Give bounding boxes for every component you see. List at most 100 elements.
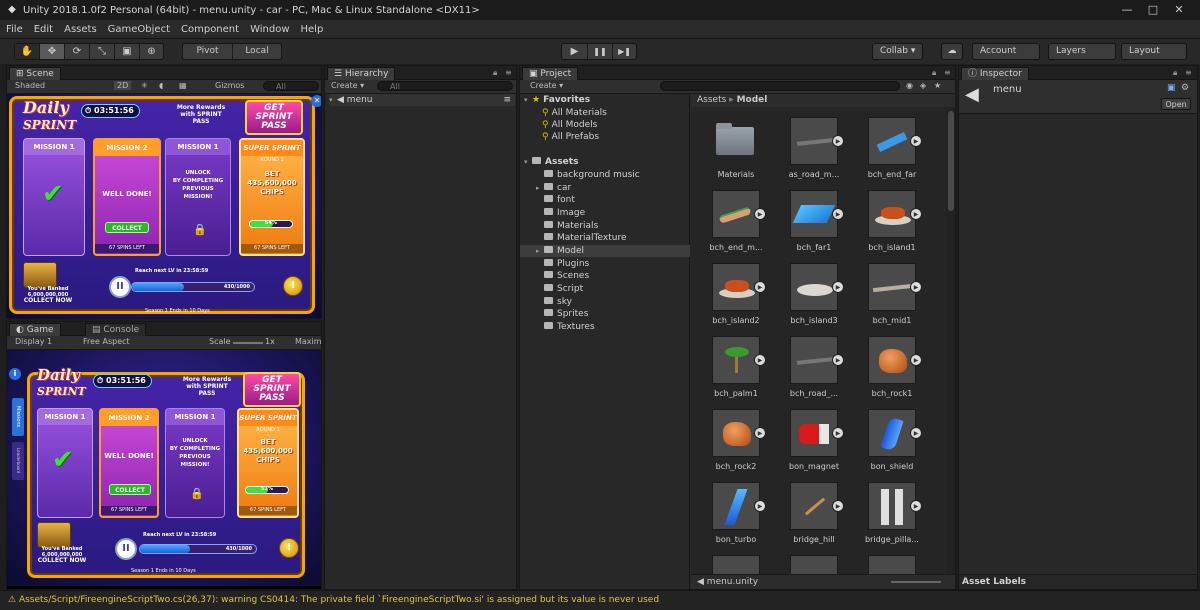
folder-image[interactable]: Image [536, 207, 585, 219]
layout-dropdown[interactable]: Layout [1121, 43, 1187, 60]
play-preview-icon[interactable]: ▶ [832, 208, 844, 220]
play-preview-icon[interactable]: ▶ [832, 427, 844, 439]
pause-button[interactable]: ❚❚ [588, 44, 613, 59]
hierarchy-create-dropdown[interactable]: Create ▾ [331, 81, 364, 90]
asset-tile[interactable]: ▶ bch_island3 [779, 263, 849, 325]
assets-root[interactable]: ▾ Assets [524, 156, 578, 168]
play-preview-icon[interactable]: ▶ [754, 500, 766, 512]
step-button[interactable]: ▶❚ [613, 44, 636, 59]
fav-all-materials[interactable]: ⚲ All Materials [542, 107, 607, 119]
hierarchy-search[interactable]: All [377, 81, 513, 91]
open-button[interactable]: Open [1161, 98, 1191, 110]
settings-gear-icon[interactable]: ⚙ [1181, 83, 1189, 93]
search-by-label-icon[interactable]: ◈ [920, 81, 926, 90]
asset-tile[interactable]: ▶ bridge_hill [779, 482, 849, 544]
play-preview-icon[interactable]: ▶ [832, 281, 844, 293]
asset-tile[interactable]: ▶ bch_rock1 [857, 336, 927, 398]
folder-font[interactable]: font [536, 194, 575, 206]
play-preview-icon[interactable]: ▶ [910, 281, 922, 293]
collab-dropdown[interactable]: Collab ▾ [872, 43, 924, 60]
asset-tile[interactable]: ▶ bch_rock2 [701, 409, 771, 471]
inspector-menu-icon[interactable]: ≡ [1185, 68, 1192, 77]
maximize-on-play-toggle[interactable]: Maximi [295, 337, 321, 346]
cloud-button[interactable]: ☁ [941, 43, 963, 60]
folder-background-music[interactable]: background music [536, 169, 640, 181]
tab-scene[interactable]: ⊞ Scene [9, 67, 61, 80]
local-toggle[interactable]: Local [233, 44, 281, 59]
folder-textures[interactable]: Textures [536, 321, 595, 333]
move-tool-icon[interactable]: ✥ [40, 44, 65, 59]
asset-tile[interactable]: ▶ bch_road_... [779, 336, 849, 398]
breadcrumb-model[interactable]: Model [737, 95, 768, 105]
pivot-toggle[interactable]: Pivot [183, 44, 233, 59]
audio-toggle-icon[interactable]: ◖ [159, 81, 163, 90]
search-by-type-icon[interactable]: ◉ [906, 81, 913, 90]
play-preview-icon[interactable]: ▶ [754, 427, 766, 439]
layers-dropdown[interactable]: Layers [1048, 43, 1116, 60]
asset-tile[interactable]: ▶ bch_end_far [857, 117, 927, 179]
asset-tile-partial[interactable] [701, 555, 771, 574]
asset-grid-scrollbar[interactable] [946, 107, 955, 574]
breadcrumb-assets[interactable]: Assets [697, 95, 726, 105]
play-preview-icon[interactable]: ▶ [754, 281, 766, 293]
fav-all-models[interactable]: ⚲ All Models [542, 119, 597, 131]
asset-tile[interactable]: ▶ bon_magnet [779, 409, 849, 471]
play-preview-icon[interactable]: ▶ [910, 354, 922, 366]
asset-tile[interactable]: ▶ bch_island1 [857, 190, 927, 252]
project-search[interactable] [660, 81, 900, 91]
transform-tool-icon[interactable]: ⊕ [140, 44, 163, 59]
folder-sprites[interactable]: Sprites [536, 308, 588, 320]
asset-tile[interactable]: ▶ bch_island2 [701, 263, 771, 325]
asset-tile[interactable]: ▶ bon_turbo [701, 482, 771, 544]
thumbnail-size-slider[interactable] [891, 581, 941, 583]
aspect-dropdown[interactable]: Free Aspect [83, 337, 130, 346]
lighting-toggle-icon[interactable]: ✳ [141, 81, 148, 90]
tab-hierarchy[interactable]: ☰ Hierarchy [327, 67, 396, 80]
asset-tile[interactable]: ▶ bch_mid1 [857, 263, 927, 325]
help-icon[interactable]: ▣ [1167, 83, 1176, 93]
game-viewport[interactable]: i Missions Leaderboard Daily SPRINT ⏱ 03:… [7, 350, 321, 589]
play-preview-icon[interactable]: ▶ [832, 135, 844, 147]
effects-toggle-icon[interactable]: ▦ [179, 81, 187, 90]
asset-tile[interactable]: ▶ bon_shield [857, 409, 927, 471]
play-preview-icon[interactable]: ▶ [910, 135, 922, 147]
folder-script[interactable]: Script [536, 283, 583, 295]
scene-viewport[interactable]: Daily SPRINT ⏱ 03:51:56 More Rewards with … [7, 94, 321, 318]
play-preview-icon[interactable]: ▶ [910, 208, 922, 220]
asset-tile[interactable]: ▶ as_road_m... [779, 117, 849, 179]
tab-console[interactable]: ▤ Console [85, 323, 147, 336]
tab-game[interactable]: ◐ Game [9, 323, 61, 336]
play-preview-icon[interactable]: ▶ [754, 208, 766, 220]
inspector-lock-icon[interactable]: 🔒︎ [1173, 68, 1177, 78]
hand-tool-icon[interactable]: ✋ [15, 44, 40, 59]
menu-gameobject[interactable]: GameObject [108, 24, 170, 35]
project-lock-icon[interactable]: 🔒︎ [932, 68, 936, 78]
rect-tool-icon[interactable]: ▣ [115, 44, 140, 59]
play-preview-icon[interactable]: ▶ [754, 354, 766, 366]
rotate-tool-icon[interactable]: ⟳ [65, 44, 90, 59]
folder-materials[interactable]: Materials [536, 220, 598, 232]
menu-assets[interactable]: Assets [64, 24, 97, 35]
play-preview-icon[interactable]: ▶ [910, 427, 922, 439]
play-preview-icon[interactable]: ▶ [910, 500, 922, 512]
favorite-search-icon[interactable]: ★ [934, 81, 941, 90]
scale-slider[interactable] [233, 342, 263, 344]
folder-car[interactable]: ▸ car [536, 182, 571, 194]
asset-tile-partial[interactable] [857, 555, 927, 574]
hierarchy-scene-row[interactable]: ▾ ◀ menu ≡ [329, 94, 515, 106]
menu-component[interactable]: Component [181, 24, 239, 35]
menu-help[interactable]: Help [301, 24, 324, 35]
asset-tile[interactable]: ▶ bch_far1 [779, 190, 849, 252]
folder-plugins[interactable]: Plugins [536, 258, 589, 270]
2d-toggle[interactable]: 2D [114, 81, 132, 90]
display-dropdown[interactable]: Display 1 [15, 337, 52, 346]
asset-tile-partial[interactable] [779, 555, 849, 574]
folder-materialtexture[interactable]: MaterialTexture [536, 232, 627, 244]
tab-inspector[interactable]: ⓘ Inspector [961, 67, 1029, 80]
asset-tile[interactable]: ▶ bch_end_m... [701, 190, 771, 252]
folder-model[interactable]: ▸ Model [520, 245, 690, 257]
folder-scenes[interactable]: Scenes [536, 270, 589, 282]
tab-project[interactable]: ▣ Project [522, 67, 579, 80]
scale-tool-icon[interactable]: ⤡ [90, 44, 115, 59]
asset-tile[interactable]: Materials [701, 117, 771, 179]
